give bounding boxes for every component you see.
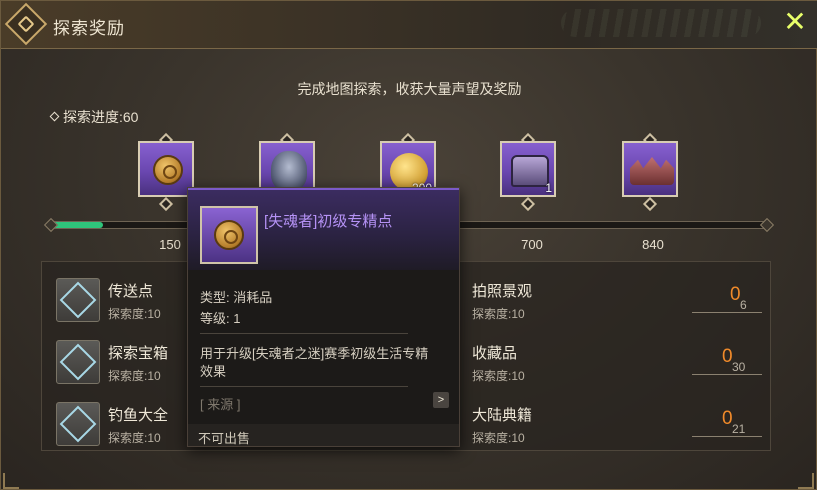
task-sub: 探索度:10: [472, 369, 525, 383]
milestone-5[interactable]: [616, 132, 692, 219]
task-total: 21: [732, 422, 746, 436]
title-ornament: [561, 9, 761, 37]
task-total: 30: [732, 360, 746, 374]
milestone-threshold: 700: [521, 237, 543, 252]
item-tooltip: [失魂者]初级专精点 类型: 消耗品 等级: 1 用于升级[失魂者之迷]赛季初级…: [187, 187, 460, 447]
exploration-reward-panel: 探索奖励 ✕ 完成地图探索，收获大量声望及奖励 探索进度:60 200 1 15…: [0, 0, 817, 490]
tooltip-header: [失魂者]初级专精点: [188, 188, 459, 270]
window-title: 探索奖励: [53, 19, 125, 38]
milestone-threshold: 840: [642, 237, 664, 252]
bird-icon: [271, 151, 307, 191]
coin-icon: [214, 220, 244, 250]
tooltip-divider: [200, 333, 408, 334]
task-name: 传送点: [108, 283, 154, 300]
diamond-icon: [49, 111, 60, 122]
task-name: 拍照景观: [472, 283, 533, 300]
chevron-right-icon[interactable]: >: [433, 392, 449, 408]
chest-icon: [511, 155, 549, 187]
task-sub: 探索度:10: [472, 307, 525, 321]
task-name: 收藏品: [472, 345, 518, 362]
task-collectibles[interactable]: 收藏品 探索度:10 0 30: [406, 332, 766, 390]
close-icon[interactable]: ✕: [781, 8, 809, 37]
task-photo[interactable]: 拍照景观 探索度:10 0 6: [406, 270, 766, 328]
tooltip-description: 用于升级[失魂者之迷]赛季初级生活专精效果: [200, 346, 429, 379]
corner-ornament: [3, 473, 19, 489]
milestone-quantity: 1: [545, 181, 552, 195]
task-name: 大陆典籍: [472, 407, 533, 424]
corner-ornament: [798, 473, 814, 489]
task-sub: 探索度:10: [472, 431, 525, 445]
task-books[interactable]: 大陆典籍 探索度:10 0 21: [406, 394, 766, 452]
tooltip-type: 类型: 消耗品: [200, 290, 273, 305]
title-emblem-icon: [4, 2, 48, 46]
progress-fill: [52, 222, 103, 228]
tooltip-divider: [200, 386, 408, 387]
crown-icon: [630, 157, 674, 185]
coin-icon: [153, 155, 183, 185]
title-bar: 探索奖励 ✕: [1, 1, 817, 49]
subtitle: 完成地图探索，收获大量声望及奖励: [297, 81, 522, 97]
teleport-icon: [59, 281, 97, 319]
tooltip-footer: 不可出售: [188, 424, 459, 446]
task-name: 探索宝箱: [108, 345, 169, 362]
progress-label-text: 探索进度:60: [63, 109, 139, 125]
task-sub: 探索度:10: [108, 369, 161, 383]
tooltip-footer-text: 不可出售: [198, 431, 251, 446]
tooltip-level: 等级: 1: [200, 311, 241, 326]
task-count: 0: [722, 346, 733, 367]
milestone-4[interactable]: 1: [494, 132, 570, 219]
task-count: 0: [730, 284, 741, 305]
tooltip-item-name: [失魂者]初级专精点: [264, 213, 393, 230]
task-total: 6: [740, 298, 747, 312]
progress-label: 探索进度:60: [49, 107, 139, 127]
task-count: 0: [722, 408, 733, 429]
tooltip-source: [ 来源 ]: [200, 397, 241, 412]
fishing-hook-icon: [59, 405, 97, 443]
task-name: 钓鱼大全: [108, 407, 169, 424]
tooltip-item-icon: [200, 206, 258, 264]
task-sub: 探索度:10: [108, 307, 161, 321]
task-sub: 探索度:10: [108, 431, 161, 445]
chest-crown-icon: [59, 343, 97, 381]
